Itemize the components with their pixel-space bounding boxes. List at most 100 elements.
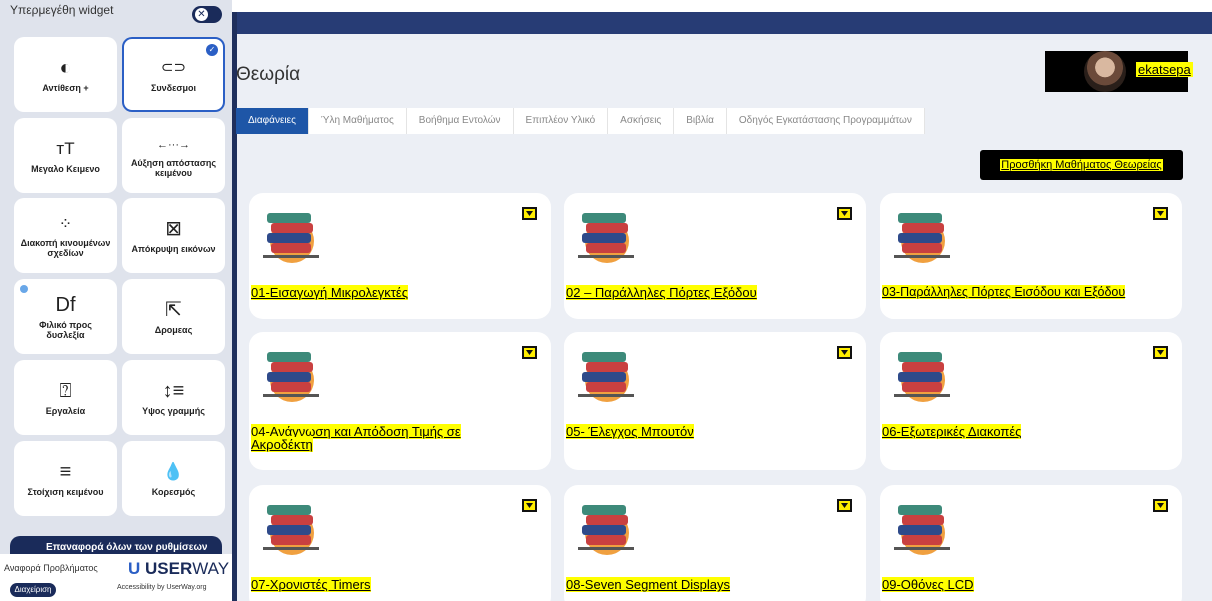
books-icon — [263, 505, 319, 555]
lesson-card: 06-Εξωτερικές Διακοπές — [880, 332, 1182, 470]
top-strip — [232, 0, 1212, 12]
tab-exercises[interactable]: Ασκήσεις — [608, 108, 675, 134]
books-icon — [894, 505, 950, 555]
cursor-icon: ⇱ — [165, 298, 182, 321]
lesson-card: 09-Οθόνες LCD — [880, 485, 1182, 601]
lesson-link[interactable]: 01-Εισαγωγή Μικρολεγκτές — [251, 285, 545, 300]
lesson-link[interactable]: 04-Ανάγνωση και Απόδοση Τιμής σε Ακροδέκ… — [251, 424, 511, 452]
tile-label: Εργαλεία — [45, 405, 86, 416]
books-icon — [894, 213, 950, 263]
hide-images-icon: ⊠ — [165, 217, 182, 240]
lesson-card: 08-Seven Segment Displays — [564, 485, 866, 601]
tile-label: Διακοπή κινουμένων σχεδίων — [20, 237, 111, 258]
report-problem-link[interactable]: Αναφορά Προβλήματος — [4, 563, 98, 573]
books-icon — [263, 352, 319, 402]
favorite-icon[interactable] — [837, 346, 852, 359]
dyslexia-icon: Df — [55, 293, 76, 316]
tools-icon: ⍰ — [59, 379, 72, 402]
books-icon — [263, 213, 319, 263]
lesson-link[interactable]: 03-Παράλληλες Πόρτες Εισόδου και Εξόδου — [882, 285, 1176, 299]
userway-tagline: Accessibility by UserWay.org — [117, 584, 207, 591]
lesson-card: 05- Έλεγχος Μπουτόν — [564, 332, 866, 470]
tile-dyslexia[interactable]: Df Φιλικό προς δυσλεξία — [14, 279, 117, 354]
lesson-card: 01-Εισαγωγή Μικρολεγκτές — [249, 193, 551, 319]
avatar[interactable] — [1084, 51, 1126, 92]
lesson-link[interactable]: 06-Εξωτερικές Διακοπές — [882, 424, 1176, 439]
widget-size-label: Υπερμεγέθη widget — [10, 3, 114, 17]
lesson-card: 02 – Παράλληλες Πόρτες Εξόδου — [564, 193, 866, 319]
pause-animations-icon: ⁘ — [58, 215, 73, 233]
tile-label: Υψος γραμμής — [142, 405, 205, 416]
info-icon — [20, 285, 28, 293]
books-icon — [578, 213, 634, 263]
tile-label: Μεγαλο Κειμενο — [31, 163, 100, 174]
favorite-icon[interactable] — [522, 346, 537, 359]
tile-label: Δρομεας — [154, 324, 193, 335]
manage-button[interactable]: Διαχείριση — [10, 583, 56, 597]
tile-cursor[interactable]: ⇱ Δρομεας — [122, 279, 225, 354]
lesson-link[interactable]: 09-Οθόνες LCD — [882, 577, 1176, 592]
tile-label: Απόκρυψη εικόνων — [131, 243, 216, 254]
tab-books[interactable]: Βιβλία — [674, 108, 727, 134]
tab-slides[interactable]: Διαφάνειες — [236, 108, 309, 134]
tile-label: Στοίχιση κειμένου — [27, 486, 104, 497]
books-icon — [894, 352, 950, 402]
tile-hide-images[interactable]: ⊠ Απόκρυψη εικόνων — [122, 198, 225, 273]
tab-extra-material[interactable]: Επιπλέον Υλικό — [514, 108, 609, 134]
lesson-link[interactable]: 05- Έλεγχος Μπουτόν — [566, 424, 860, 439]
tile-links[interactable]: ✓ ⊂⊃ Συνδεσμοι — [122, 37, 225, 112]
userway-logo[interactable]: U USERWAY — [128, 559, 229, 579]
main-page: Θεωρία ekatsepa Διαφάνειες Ύλη Μαθήματος… — [232, 0, 1212, 601]
favorite-icon[interactable] — [1153, 346, 1168, 359]
favorite-icon[interactable] — [522, 207, 537, 220]
saturation-icon: 💧 — [162, 461, 185, 481]
tile-label: Αντίθεση + — [42, 82, 89, 93]
favorite-icon[interactable] — [1153, 207, 1168, 220]
tab-install-guide[interactable]: Οδηγός Εγκατάστασης Προγραμμάτων — [727, 108, 925, 134]
text-spacing-icon: ←···→ — [157, 138, 190, 151]
tile-label: Αύξηση απόστασης κειμένου — [130, 157, 217, 178]
tile-big-text[interactable]: тT Μεγαλο Κειμενο — [14, 118, 117, 193]
text-align-icon: ≡ — [59, 460, 72, 483]
lesson-link[interactable]: 08-Seven Segment Displays — [566, 577, 860, 592]
tab-course-material[interactable]: Ύλη Μαθήματος — [309, 108, 407, 134]
widget-footer: Αναφορά Προβλήματος Διαχείριση U USERWAY… — [0, 554, 232, 601]
lesson-link[interactable]: 07-Χρονιστές Timers — [251, 577, 545, 592]
widget-close-toggle[interactable]: ✕ — [192, 6, 222, 23]
tab-command-guide[interactable]: Βοήθημα Εντολών — [407, 108, 514, 134]
tile-label: Κορεσμός — [151, 486, 196, 497]
page-title: Θεωρία — [236, 64, 301, 85]
lesson-card: 07-Χρονιστές Timers — [249, 485, 551, 601]
check-icon: ✓ — [206, 44, 218, 56]
page-left-border — [232, 12, 237, 601]
tile-label: Συνδεσμοι — [150, 82, 197, 93]
add-lesson-button[interactable]: Προσθήκη Μαθήματος Θεωρείας — [980, 150, 1183, 180]
username-link[interactable]: ekatsepa — [1136, 62, 1193, 77]
contrast-icon: ◐ — [59, 56, 72, 79]
line-height-icon: ↕≡ — [162, 379, 185, 402]
link-icon: ⊂⊃ — [160, 58, 187, 76]
add-lesson-label: Προσθήκη Μαθήματος Θεωρείας — [1000, 159, 1163, 171]
close-icon: ✕ — [195, 8, 208, 21]
favorite-icon[interactable] — [837, 207, 852, 220]
favorite-icon[interactable] — [1153, 499, 1168, 512]
tab-bar: Διαφάνειες Ύλη Μαθήματος Βοήθημα Εντολών… — [236, 108, 925, 134]
top-navbar — [237, 12, 1212, 34]
accessibility-widget: Υπερμεγέθη widget ✕ ◐ Αντίθεση + ✓ ⊂⊃ Συ… — [0, 0, 232, 601]
books-icon — [578, 505, 634, 555]
lesson-card: 03-Παράλληλες Πόρτες Εισόδου και Εξόδου — [880, 193, 1182, 319]
tile-line-height[interactable]: ↕≡ Υψος γραμμής — [122, 360, 225, 435]
tile-text-spacing[interactable]: ←···→ Αύξηση απόστασης κειμένου — [122, 118, 225, 193]
favorite-icon[interactable] — [522, 499, 537, 512]
tile-text-align[interactable]: ≡ Στοίχιση κειμένου — [14, 441, 117, 516]
tile-contrast[interactable]: ◐ Αντίθεση + — [14, 37, 117, 112]
lesson-card: 04-Ανάγνωση και Απόδοση Τιμής σε Ακροδέκ… — [249, 332, 551, 470]
tile-label: Φιλικό προς δυσλεξία — [39, 319, 92, 340]
books-icon — [578, 352, 634, 402]
lesson-link[interactable]: 02 – Παράλληλες Πόρτες Εξόδου — [566, 285, 860, 300]
tile-tools[interactable]: ⍰ Εργαλεία — [14, 360, 117, 435]
tile-pause-animations[interactable]: ⁘ Διακοπή κινουμένων σχεδίων — [14, 198, 117, 273]
text-size-icon: тT — [56, 138, 75, 158]
favorite-icon[interactable] — [837, 499, 852, 512]
tile-saturation[interactable]: 💧 Κορεσμός — [122, 441, 225, 516]
